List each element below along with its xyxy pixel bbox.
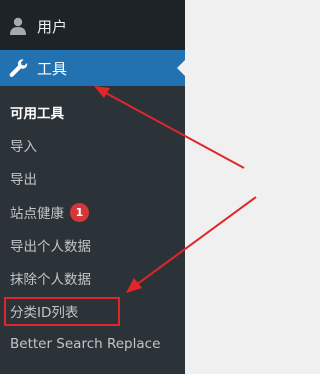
current-menu-indicator [177, 60, 185, 76]
submenu-item-label: 导出 [10, 172, 37, 188]
submenu-item-erase-personal-data[interactable]: 抹除个人数据 [10, 266, 91, 290]
submenu-item-label: 抹除个人数据 [10, 272, 91, 288]
submenu-item-export-personal-data[interactable]: 导出个人数据 [10, 233, 91, 257]
submenu-item-site-health[interactable]: 站点健康 1 [10, 200, 89, 224]
submenu-item-import[interactable]: 导入 [10, 133, 37, 157]
tools-submenu: 可用工具 导入 导出 站点健康 1 导出个人数据 抹除个人数据 分类ID列表 B… [0, 86, 185, 374]
submenu-item-export[interactable]: 导出 [10, 166, 37, 190]
submenu-item-label: 站点健康 [10, 206, 64, 222]
menu-item-users[interactable]: 用户 [0, 8, 185, 44]
notification-badge: 1 [70, 202, 89, 222]
wrench-icon [0, 50, 36, 86]
menu-item-users-label: 用户 [37, 17, 68, 36]
submenu-item-label: 可用工具 [10, 106, 64, 122]
menu-item-tools-label: 工具 [37, 59, 68, 78]
submenu-item-label: 导入 [10, 139, 37, 155]
submenu-item-available-tools[interactable]: 可用工具 [10, 100, 64, 124]
user-icon [0, 8, 36, 44]
submenu-item-label: 导出个人数据 [10, 239, 91, 255]
submenu-item-label: Better Search Replace [10, 336, 161, 352]
content-area [185, 0, 312, 374]
annotation-highlight-box [4, 297, 120, 326]
menu-item-tools[interactable]: 工具 [0, 50, 185, 86]
submenu-item-better-search-replace[interactable]: Better Search Replace [10, 332, 160, 356]
